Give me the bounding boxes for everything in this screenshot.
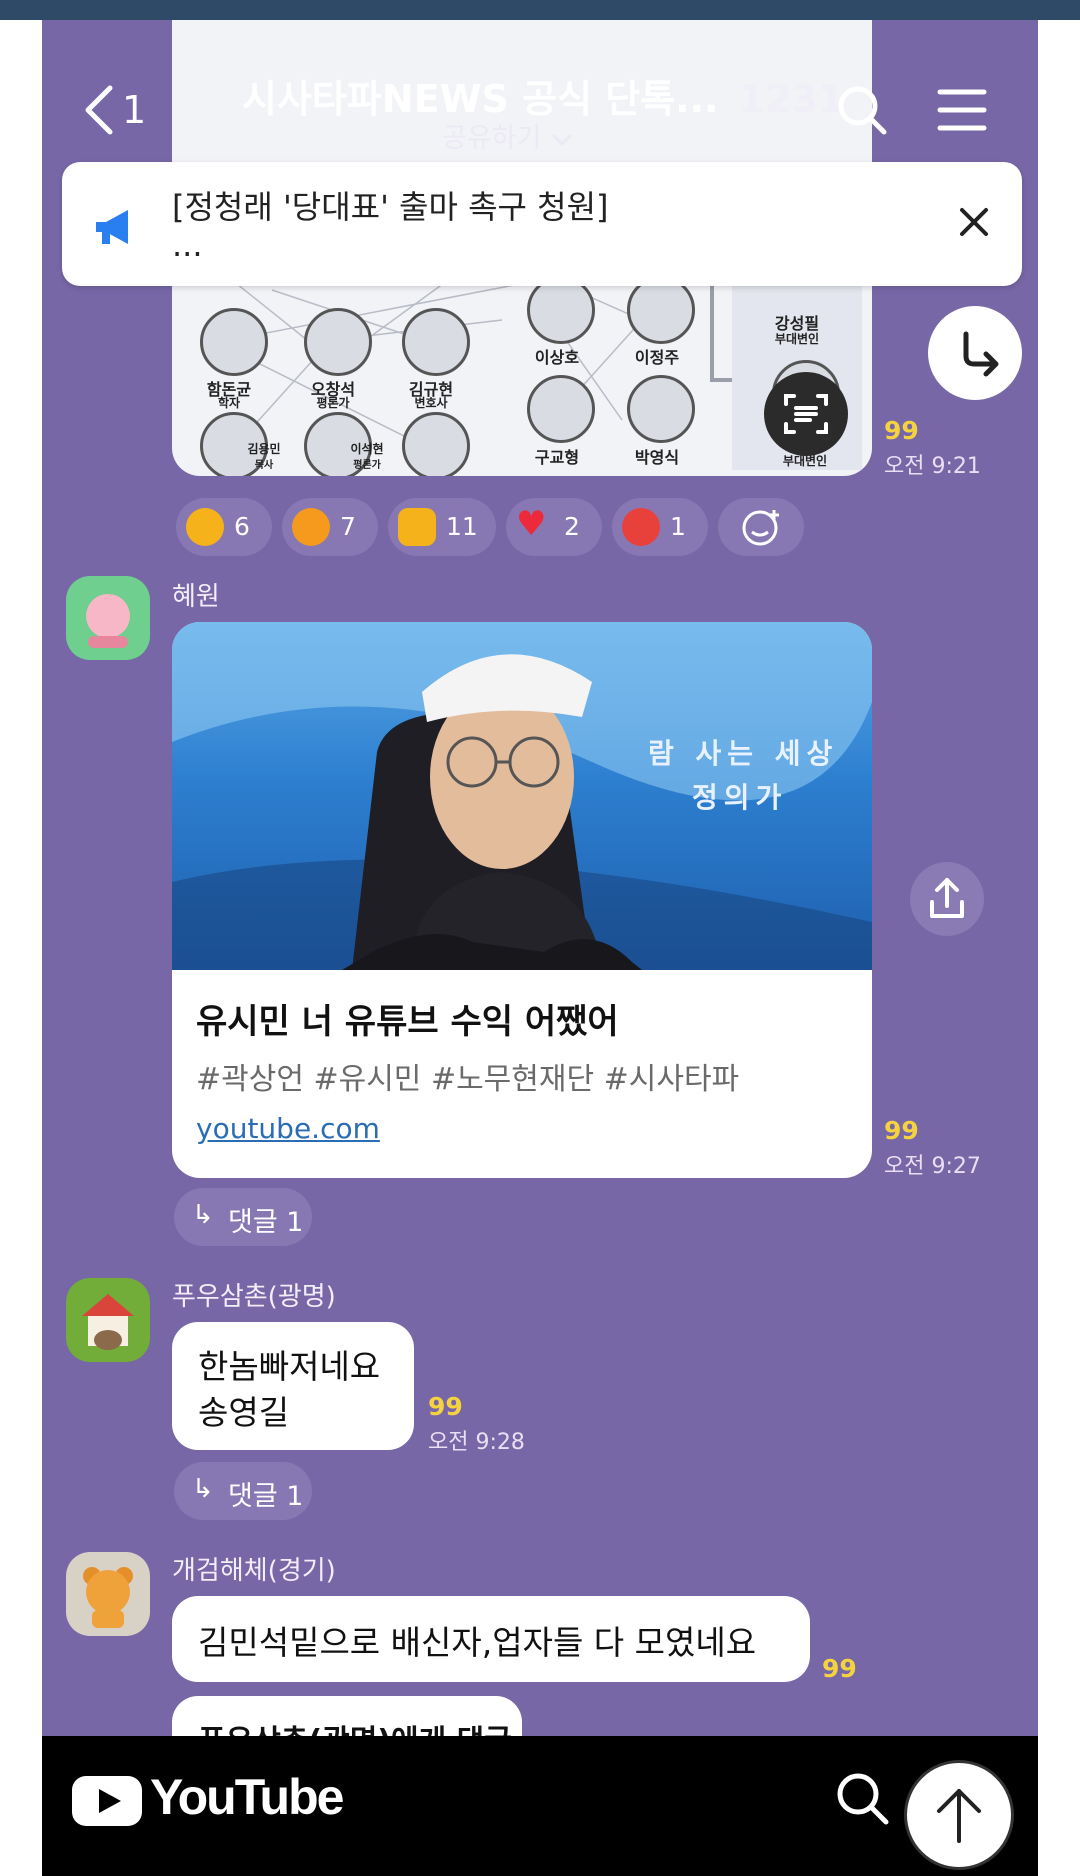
bear-avatar-icon xyxy=(83,1567,133,1628)
reaction-surprised[interactable]: 6 xyxy=(176,498,272,556)
share-button[interactable] xyxy=(910,862,984,936)
close-icon[interactable] xyxy=(954,202,994,242)
card-title: 유시민 너 유튜브 수익 어쨌어 xyxy=(196,1002,619,1042)
reply-preview-text: 푸우삼촌(광명)에게 댓글 xyxy=(198,1716,512,1736)
unread-count: 99 xyxy=(884,416,919,445)
reply-preview-bubble[interactable]: 푸우삼촌(광명)에게 댓글 xyxy=(172,1696,522,1736)
thumbnail-caption: 정의가 xyxy=(692,781,788,814)
thumbnail-caption: 람 사는 세상 xyxy=(648,737,839,770)
message-bubble[interactable]: 한놈빠저네요 송영길 xyxy=(172,1322,414,1450)
diagram-label: 구교형 xyxy=(534,448,580,467)
shocked-emoji-icon xyxy=(292,508,330,546)
add-reaction-button[interactable] xyxy=(718,498,804,556)
scan-icon xyxy=(784,394,828,434)
menu-button[interactable] xyxy=(936,82,988,142)
diagram-label: 김용민 xyxy=(247,442,281,456)
notice-text: [정청래 '당대표' 출마 촉구 청원] xyxy=(172,188,609,226)
replies-button[interactable]: ↳ 댓글 1 xyxy=(174,1188,312,1246)
video-thumbnail: 람 사는 세상 정의가 xyxy=(172,622,872,970)
diagram-label: 박영식 xyxy=(634,448,680,467)
upload-share-icon xyxy=(930,878,964,918)
share-dropdown[interactable]: 공유하기 xyxy=(442,116,574,155)
reply-arrow-icon: ↳ xyxy=(192,1200,214,1230)
message-text: 김민석밑으로 배신자,업자들 다 모였네요 xyxy=(198,1623,757,1662)
text-scan-button[interactable] xyxy=(764,372,848,456)
reaction-shocked[interactable]: 7 xyxy=(282,498,378,556)
unread-chats-count: 1 xyxy=(122,88,147,132)
arrow-up-icon xyxy=(937,1789,981,1843)
doghouse-avatar-icon xyxy=(82,1294,134,1350)
unread-count: 99 xyxy=(822,1654,857,1683)
status-strip xyxy=(0,0,1080,20)
megaphone-icon xyxy=(96,210,128,244)
avatar[interactable] xyxy=(66,1278,150,1362)
add-emoji-icon xyxy=(742,510,779,546)
angry-emoji-icon xyxy=(622,508,660,546)
diagram-label: 이정주 xyxy=(634,348,680,367)
diagram-role: 부대변인 xyxy=(774,332,820,346)
card-link[interactable]: youtube.com xyxy=(196,1112,380,1145)
diagram-portrait xyxy=(627,276,695,344)
diagram-role: 평론가 xyxy=(316,396,350,410)
diagram-label: 이석현 xyxy=(350,442,384,456)
diagram-portrait xyxy=(402,308,470,376)
notice-more: ... xyxy=(172,226,203,264)
diagram-portrait xyxy=(402,412,470,476)
diagram-portrait xyxy=(200,308,268,376)
unread-count: 99 xyxy=(884,1116,919,1145)
sender-name: 혜원 xyxy=(172,582,220,612)
youtube-logo-icon[interactable] xyxy=(70,1774,144,1828)
back-button[interactable]: 1 xyxy=(82,82,146,136)
search-icon xyxy=(838,86,887,135)
character-avatar-icon xyxy=(86,594,130,648)
sender-name: 푸우삼촌(광명) xyxy=(172,1282,336,1312)
replies-button[interactable]: ↳ 댓글 1 xyxy=(174,1462,312,1520)
chat-title[interactable]: 시사타파NEWS 공식 단톡... 1231 xyxy=(242,68,844,123)
diagram-portrait xyxy=(527,276,595,344)
youtube-bar: YouTube xyxy=(42,1736,1038,1876)
chat-header: 1 시사타파NEWS 공식 단톡... 1231 공유하기 xyxy=(42,20,1038,160)
diagram-role: 학자 xyxy=(217,396,241,410)
diagram-role: 평론가 xyxy=(353,460,381,471)
diagram-label: 이상호 xyxy=(534,348,580,367)
forward-button[interactable] xyxy=(928,306,1022,400)
pinned-notice[interactable]: [정청래 '당대표' 출마 촉구 청원] ... xyxy=(62,162,1022,286)
member-count: 1231 xyxy=(738,77,845,121)
unread-count: 99 xyxy=(428,1392,463,1421)
link-preview-card[interactable]: 람 사는 세상 정의가 유시민 너 유튜브 수익 어쨌어 #곽상언 #유시민 #… xyxy=(172,622,872,1178)
reply-arrow-icon: ↳ xyxy=(192,1474,214,1504)
scroll-to-top-button[interactable] xyxy=(904,1760,1014,1870)
diagram-portrait xyxy=(527,375,595,443)
message-text: 한놈빠저네요 xyxy=(198,1347,381,1386)
search-button[interactable] xyxy=(834,82,890,142)
chat-room[interactable]: 함돈균 학자 오창석 평론가 김규현 변호사 이상호 이정주 강성필 부대변인 … xyxy=(42,20,1038,1736)
reaction-heart[interactable]: ♥ 2 xyxy=(506,498,602,556)
timestamp: 오전 9:21 xyxy=(884,454,981,479)
diagram-portrait xyxy=(627,375,695,443)
card-tags: #곽상언 #유시민 #노무현재단 #시사타파 xyxy=(196,1062,740,1097)
heart-icon: ♥ xyxy=(516,504,547,544)
timestamp: 오전 9:28 xyxy=(428,1430,525,1455)
surprised-emoji-icon xyxy=(186,508,224,546)
youtube-wordmark[interactable]: YouTube xyxy=(150,1768,344,1826)
reaction-thumbs-up[interactable]: 11 xyxy=(388,498,496,556)
chevron-left-icon xyxy=(85,85,113,135)
diagram-role: 목사 xyxy=(254,460,274,471)
search-icon[interactable] xyxy=(832,1768,892,1828)
message-bubble[interactable]: 김민석밑으로 배신자,업자들 다 모였네요 xyxy=(172,1596,810,1682)
hamburger-menu-icon xyxy=(937,89,987,131)
diagram-role: 변호사 xyxy=(414,396,448,410)
message-text: 송영길 xyxy=(198,1393,290,1432)
chevron-down-icon xyxy=(552,134,572,146)
reaction-angry[interactable]: 1 xyxy=(612,498,708,556)
timestamp: 오전 9:27 xyxy=(884,1154,981,1179)
avatar[interactable] xyxy=(66,1552,150,1636)
thumbs-up-icon xyxy=(398,508,436,546)
forward-arrow-icon xyxy=(963,331,999,377)
avatar[interactable] xyxy=(66,576,150,660)
sender-name: 개검해체(경기) xyxy=(172,1556,336,1586)
diagram-portrait xyxy=(304,308,372,376)
